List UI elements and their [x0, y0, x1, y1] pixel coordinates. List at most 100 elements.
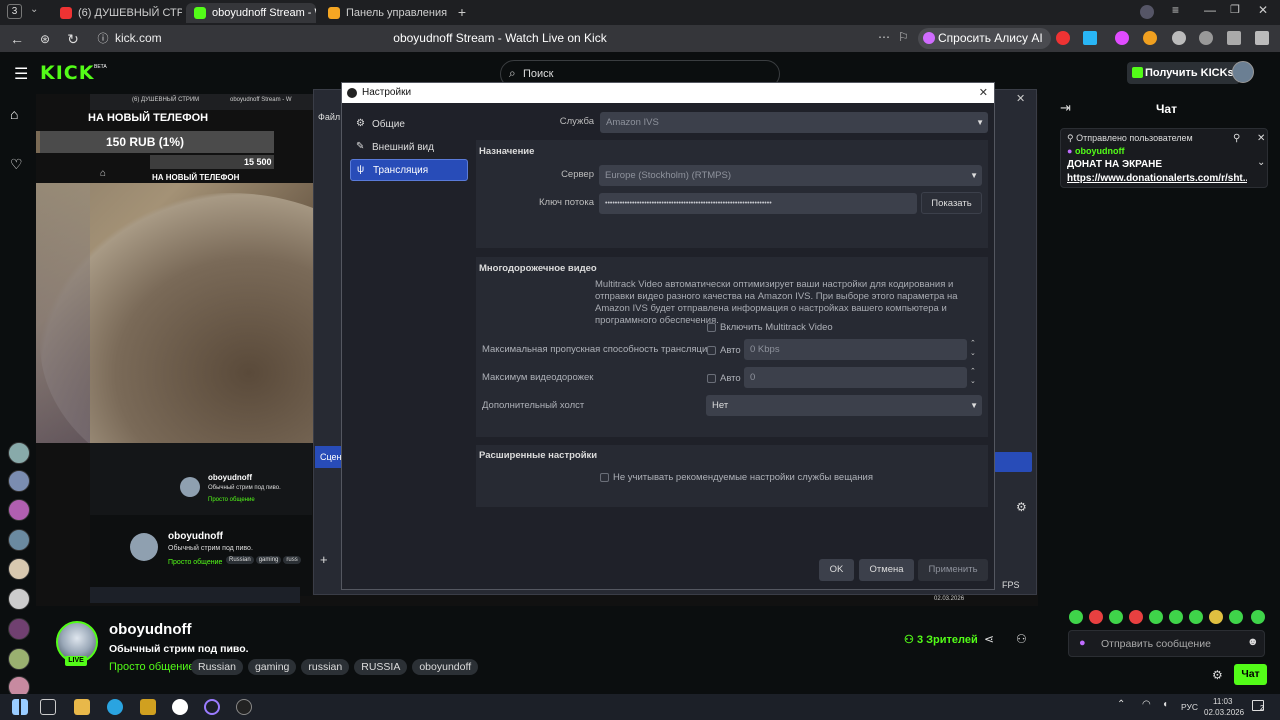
extension-puzzle-icon[interactable]: [1227, 31, 1241, 45]
back-arrow-icon[interactable]: ←: [8, 30, 26, 48]
telegram-icon[interactable]: [107, 699, 123, 715]
extension-7tv-icon[interactable]: [1083, 31, 1097, 45]
more-icon[interactable]: ⋯: [878, 30, 890, 44]
max-tracks-stepper-icon[interactable]: ⌃ ⌄: [970, 367, 976, 387]
url-text[interactable]: kick.com: [115, 31, 162, 45]
tab-youtube[interactable]: (6) ДУШЕВНЫЙ СТРИМ: [52, 3, 182, 23]
hamburger-menu-icon[interactable]: ☰: [14, 64, 28, 84]
chat-send-button[interactable]: Чат: [1234, 664, 1267, 685]
pin-message-icon[interactable]: ⚲: [1233, 133, 1240, 144]
emote-icon[interactable]: [1189, 610, 1203, 624]
emote-icon[interactable]: [1209, 610, 1223, 624]
new-tab-button[interactable]: +: [454, 4, 470, 20]
emote-icon[interactable]: [1229, 610, 1243, 624]
show-key-button[interactable]: Показать: [921, 192, 982, 214]
expand-chevron-icon[interactable]: ⌄: [1257, 157, 1265, 168]
wifi-icon[interactable]: ◠: [1142, 699, 1151, 710]
tab-list-chevron-icon[interactable]: ⌄: [30, 4, 38, 15]
emote-icon[interactable]: [1089, 610, 1103, 624]
minimize-icon[interactable]: —: [1204, 3, 1216, 17]
tag[interactable]: gaming: [247, 659, 297, 675]
ignore-recommended-label[interactable]: Не учитывать рекомендуемые настройки слу…: [613, 472, 873, 483]
extension-star-icon[interactable]: [1115, 31, 1129, 45]
menu-icon[interactable]: ≡: [1172, 3, 1179, 17]
app-icon[interactable]: [140, 699, 156, 715]
tag[interactable]: oboyundoff: [412, 659, 479, 675]
get-kicks-button[interactable]: Получить KICKs: [1127, 62, 1240, 84]
max-bitrate-input[interactable]: 0 Kbps: [744, 339, 967, 360]
home-icon[interactable]: ⌂: [10, 106, 18, 122]
extension-globe-icon[interactable]: [1172, 31, 1186, 45]
settings-close-icon[interactable]: ✕: [979, 83, 988, 103]
tag[interactable]: Russian: [191, 659, 243, 675]
enable-multitrack-checkbox[interactable]: [707, 323, 716, 332]
max-tracks-input[interactable]: 0: [744, 367, 967, 388]
streamer-name[interactable]: oboyudnoff: [109, 621, 191, 638]
yandex-browser-icon[interactable]: [172, 699, 188, 715]
chat-settings-gear-icon[interactable]: ⚙: [1212, 668, 1223, 682]
max-tracks-auto-checkbox[interactable]: [707, 374, 716, 383]
kick-logo[interactable]: KICK: [40, 62, 94, 84]
stream-category[interactable]: Просто общение: [109, 661, 195, 673]
collapse-chat-icon[interactable]: ⇥: [1060, 100, 1071, 116]
volume-icon[interactable]: ◖: [1162, 699, 1168, 710]
reload-icon[interactable]: ↻: [64, 30, 82, 48]
user-avatar[interactable]: [1232, 61, 1254, 83]
emote-icon[interactable]: [1251, 610, 1265, 624]
chat-input[interactable]: ● Отправить сообщение ☻: [1068, 630, 1265, 657]
service-select[interactable]: Amazon IVS ▼: [600, 112, 988, 133]
download-icon[interactable]: [1255, 31, 1269, 45]
obs-close-icon[interactable]: ✕: [1016, 92, 1025, 105]
obs-icon[interactable]: [236, 699, 252, 715]
obs-menu-file[interactable]: Файл: [318, 112, 340, 122]
task-view-icon[interactable]: [40, 699, 56, 715]
obs-settings-gear-icon[interactable]: ⚙: [1016, 500, 1027, 514]
stream-key-input[interactable]: ••••••••••••••••••••••••••••••••••••••••…: [599, 193, 917, 214]
followed-channel-avatar[interactable]: [8, 442, 30, 464]
app-circle-icon[interactable]: [204, 699, 220, 715]
emote-icon[interactable]: [1069, 610, 1083, 624]
emoji-icon[interactable]: ☻: [1247, 636, 1259, 648]
close-window-icon[interactable]: ✕: [1258, 3, 1268, 17]
apply-button[interactable]: Применить: [918, 559, 988, 581]
followed-channel-avatar[interactable]: [8, 470, 30, 492]
obs-add-scene-icon[interactable]: +: [320, 552, 328, 567]
bookmark-icon[interactable]: ⚐: [898, 30, 909, 44]
tab-donationalerts[interactable]: Панель управления - Don: [320, 3, 450, 23]
extension-orange-icon[interactable]: [1143, 31, 1157, 45]
followed-channel-avatar[interactable]: [8, 499, 30, 521]
max-bitrate-auto-checkbox[interactable]: [707, 346, 716, 355]
site-info-icon[interactable]: ⓘ: [94, 30, 112, 48]
clock-date[interactable]: 02.03.2026: [1204, 708, 1244, 717]
extension-play-icon[interactable]: [1199, 31, 1213, 45]
followed-channel-avatar[interactable]: [8, 558, 30, 580]
pin-close-icon[interactable]: ✕: [1257, 133, 1265, 144]
ok-button[interactable]: OK: [819, 559, 854, 581]
following-icon[interactable]: ♡: [10, 156, 23, 173]
max-bitrate-stepper-icon[interactable]: ⌃ ⌄: [970, 339, 976, 359]
cancel-button[interactable]: Отмена: [859, 559, 914, 581]
alice-button[interactable]: Спросить Алису AI: [918, 28, 1051, 49]
emote-icon[interactable]: [1169, 610, 1183, 624]
tab-counter[interactable]: 3: [7, 4, 22, 19]
tab-kick[interactable]: oboyudnoff Stream - W ✕: [186, 3, 316, 23]
nav-general[interactable]: ⚙ Общие: [350, 113, 468, 135]
nav-appearance[interactable]: ✎ Внешний вид: [350, 136, 468, 158]
extension-youtube-icon[interactable]: [1056, 31, 1070, 45]
pinned-link[interactable]: https://www.donationalerts.com/r/sht...: [1067, 173, 1247, 184]
emote-icon[interactable]: [1129, 610, 1143, 624]
followed-channel-avatar[interactable]: [8, 648, 30, 670]
emote-icon[interactable]: [1109, 610, 1123, 624]
followed-channel-avatar[interactable]: [8, 618, 30, 640]
ignore-recommended-checkbox[interactable]: [600, 473, 609, 482]
followed-channel-avatar[interactable]: [8, 588, 30, 610]
enable-multitrack-label[interactable]: Включить Multitrack Video: [720, 322, 833, 333]
explorer-icon[interactable]: [74, 699, 90, 715]
followed-channel-avatar[interactable]: [8, 529, 30, 551]
windows-start-icon[interactable]: [12, 699, 28, 715]
follow-icon[interactable]: ⚇: [1016, 632, 1027, 646]
server-select[interactable]: Europe (Stockholm) (RTMPS) ▼: [599, 165, 982, 186]
obs-scenes-tab[interactable]: Сцен: [315, 446, 343, 468]
emote-icon[interactable]: [1149, 610, 1163, 624]
maximize-icon[interactable]: ❐: [1230, 3, 1240, 16]
